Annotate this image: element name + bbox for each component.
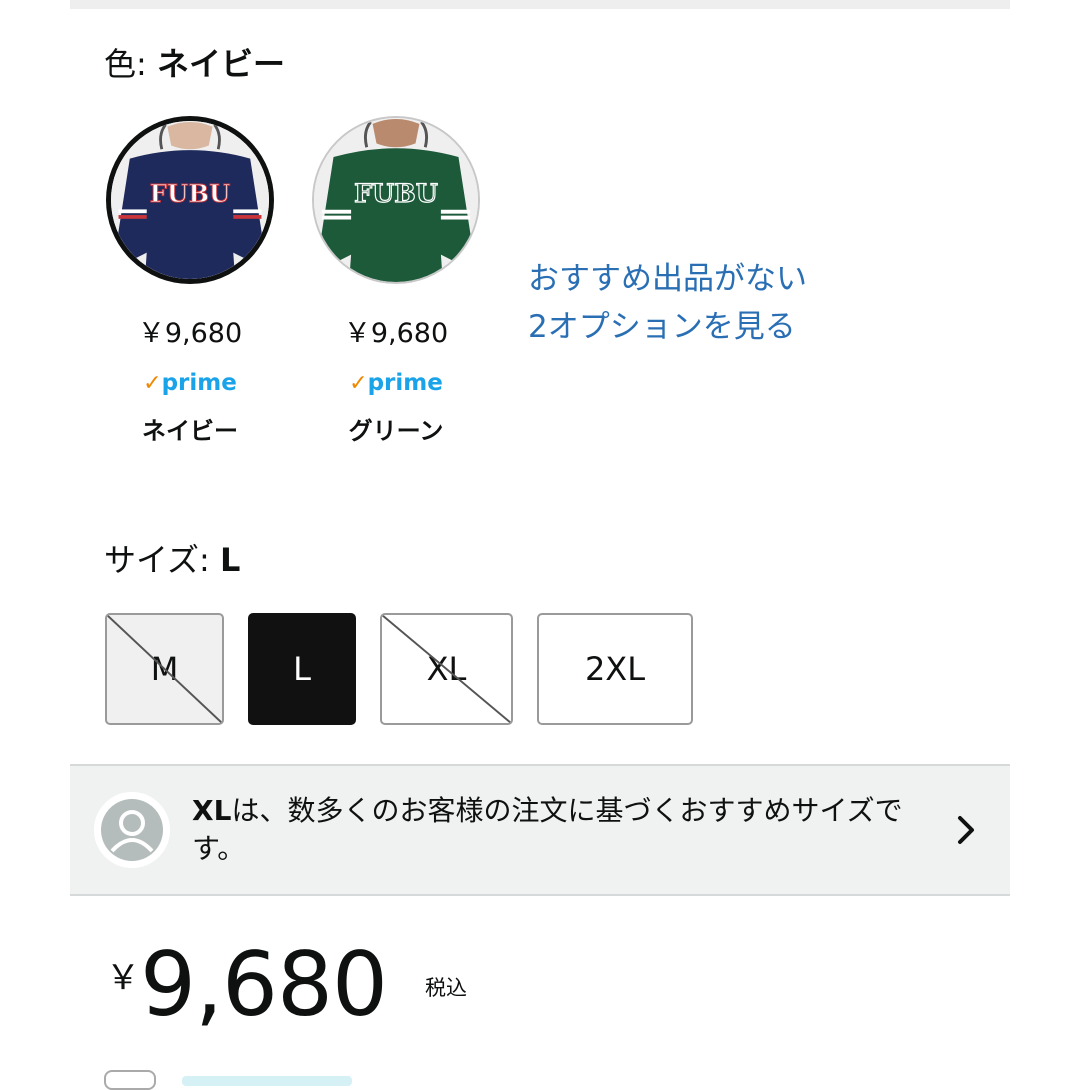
more-options-line-1: おすすめ出品がない [528, 261, 807, 297]
currency-symbol: ￥ [106, 958, 140, 998]
swatch-price-green: ￥9,680 [343, 318, 449, 349]
color-swatch-navy[interactable]: FUBU [106, 116, 274, 284]
size-option-2xl[interactable]: 2XL [537, 613, 693, 725]
prime-label: prime [367, 370, 443, 396]
svg-text:FUBU: FUBU [354, 178, 438, 208]
prime-badge-green: ✓prime [296, 368, 496, 399]
more-options-line-2: 2オプションを見る [528, 309, 796, 345]
recommendation-text: XLは、数多くのお客様の注文に基づくおすすめサイズです。 [192, 792, 932, 868]
size-label-prefix: サイズ: [104, 541, 210, 579]
recommendation-message: は、数多くのお客様の注文に基づくおすすめサイズです。 [192, 794, 903, 865]
badge-partial [182, 1076, 352, 1086]
svg-text:FUBU: FUBU [150, 179, 231, 208]
size-recommendation-banner[interactable]: XLは、数多くのお客様の注文に基づくおすすめサイズです。 [70, 764, 1010, 896]
navy-shirt-image: FUBU [111, 121, 269, 279]
size-option-label: XL [426, 650, 467, 688]
prime-check-icon: ✓ [143, 371, 162, 396]
size-label: サイズ: L [104, 538, 240, 582]
size-option-label: M [150, 650, 179, 688]
prime-label: prime [161, 370, 237, 396]
checkbox-partial[interactable] [104, 1070, 156, 1090]
chevron-right-icon[interactable] [954, 812, 980, 848]
swatch-price-navy: ￥9,680 [137, 318, 243, 349]
color-swatch-green[interactable]: FUBU [312, 116, 480, 284]
selected-size-value: L [220, 541, 241, 579]
size-option-l[interactable]: L [248, 613, 356, 725]
price-amount: 9,680 [140, 933, 388, 1036]
color-label-prefix: 色: [104, 45, 147, 83]
size-option-label: L [293, 650, 311, 688]
color-label: 色: ネイビー [104, 42, 285, 86]
avatar [94, 792, 170, 868]
top-divider [70, 0, 1010, 9]
user-icon [101, 799, 163, 861]
size-option-label: 2XL [584, 650, 646, 688]
size-option-xl[interactable]: XL [380, 613, 513, 725]
more-options-link[interactable]: おすすめ出品がない 2オプションを見る [528, 255, 888, 351]
swatch-name-green: グリーン [348, 417, 444, 445]
prime-badge-navy: ✓prime [90, 368, 290, 399]
prime-check-icon: ✓ [349, 371, 368, 396]
swatch-name-navy: ネイビー [142, 417, 238, 445]
size-option-m[interactable]: M [105, 613, 224, 725]
green-shirt-image: FUBU [314, 118, 478, 282]
tax-note: 税込 [425, 976, 467, 1000]
selected-color-value: ネイビー [156, 45, 285, 83]
recommended-size: XL [192, 794, 232, 827]
